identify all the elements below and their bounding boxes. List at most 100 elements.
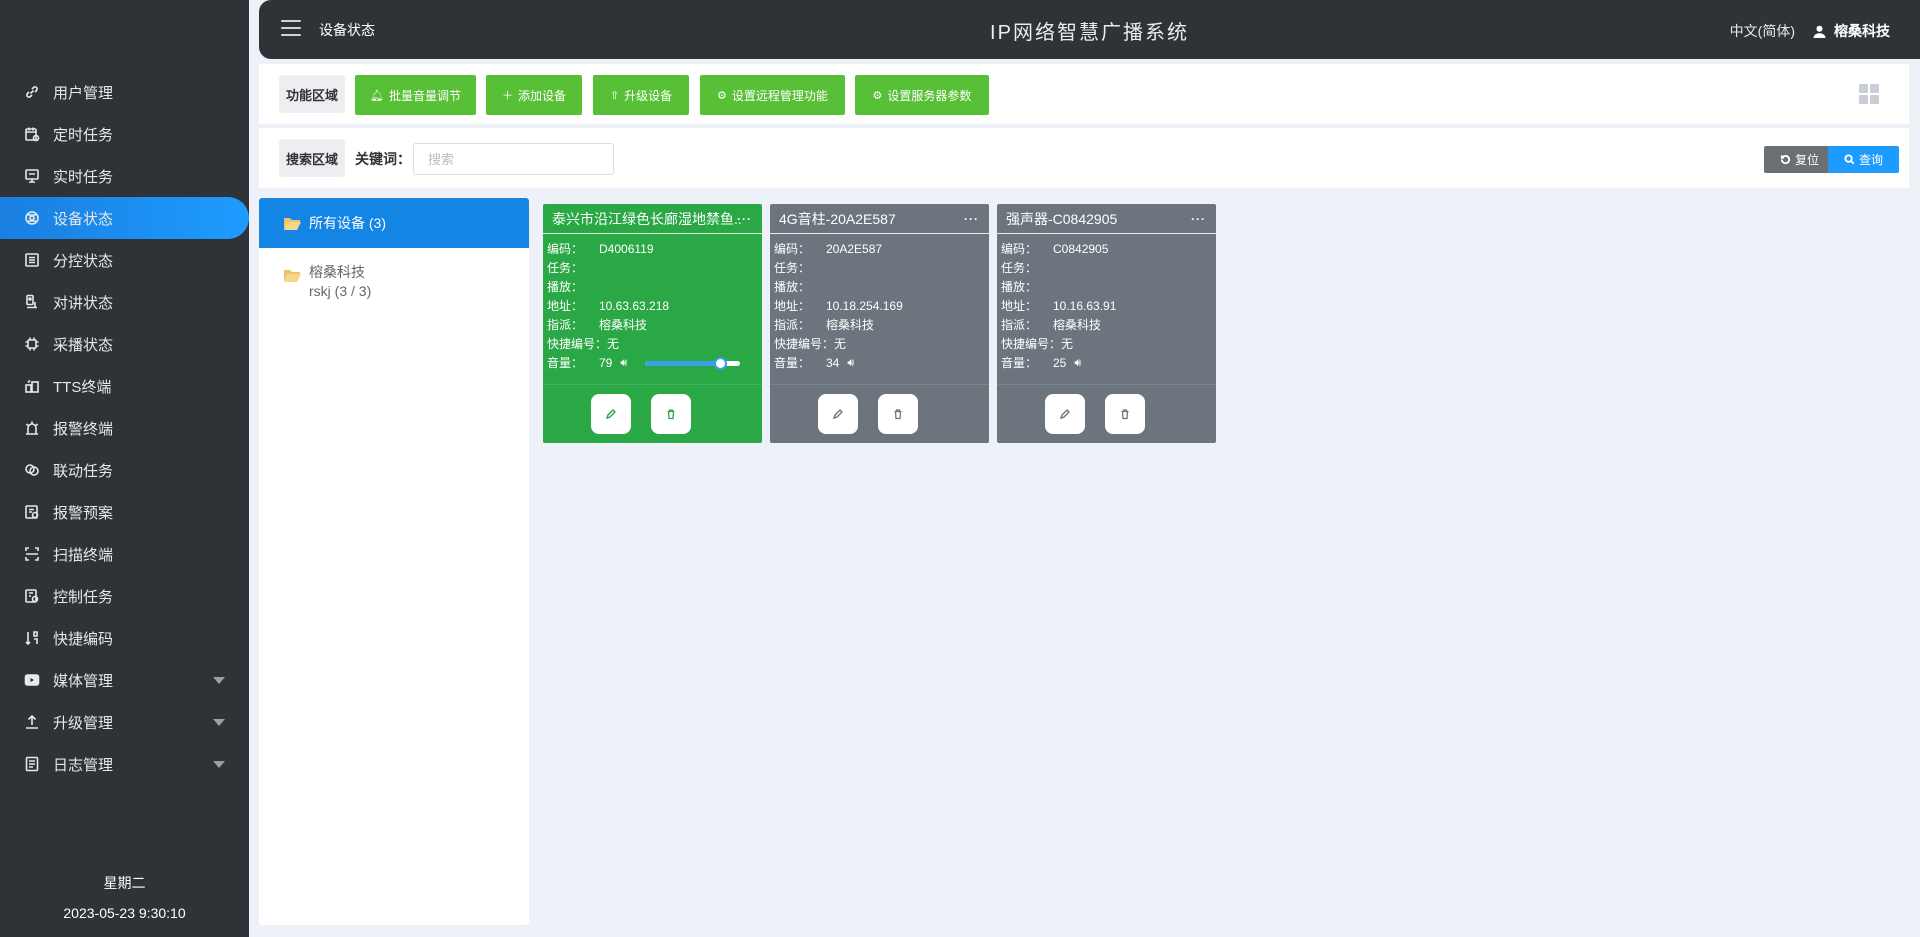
sidebar-item-scan-terminal[interactable]: 扫描终端 <box>0 533 249 575</box>
add-device-button[interactable]: ＋添加设备 <box>486 75 582 115</box>
volume-slider[interactable] <box>645 357 741 370</box>
sidebar-item-media-management[interactable]: 媒体管理 <box>0 659 249 701</box>
edit-button[interactable] <box>591 394 631 434</box>
device-quick-code: 无 <box>834 337 847 351</box>
device-tree: 所有设备 (3) 榕桑科技 rskj (3 / 3) <box>259 198 529 925</box>
sidebar-item-upgrade-management[interactable]: 升级管理 <box>0 701 249 743</box>
search-area: 搜索区域 关键词： 复位 查询 <box>259 128 1909 188</box>
query-button[interactable]: 查询 <box>1828 146 1899 173</box>
trash-icon <box>1121 409 1129 420</box>
edit-button[interactable] <box>818 394 858 434</box>
plus-icon: ＋ <box>501 90 513 102</box>
log-icon <box>24 756 40 772</box>
sidebar-item-log-management[interactable]: 日志管理 <box>0 743 249 785</box>
pencil-icon <box>832 409 843 420</box>
volume-icon: 🔊︎ <box>1074 357 1082 369</box>
sidebar-item-tts-terminal[interactable]: TTS终端 <box>0 365 249 407</box>
tree-node-name: 榕桑科技 <box>309 264 365 280</box>
user-icon <box>1813 25 1826 38</box>
top-bar: 设备状态 IP网络智慧广播系统 中文(简体) 榕桑科技 <box>259 0 1920 59</box>
chevron-down-icon[interactable] <box>213 677 225 684</box>
device-card[interactable]: 4G音柱-20A2E587 ··· 编码： 20A2E587 任务： 播放： 地址… <box>770 204 989 443</box>
remote-management-button[interactable]: ⚙ 设置远程管理功能 <box>700 75 845 115</box>
batch-volume-button[interactable]: 🔔︎ 批量音量调节 <box>355 75 476 115</box>
delete-button[interactable] <box>651 394 691 434</box>
sidebar-item-label: 日志管理 <box>53 756 114 774</box>
server-params-button[interactable]: ⚙ 设置服务器参数 <box>855 75 989 115</box>
sidebar-item-label: 对讲状态 <box>53 294 114 312</box>
upload-icon: ⇧ <box>609 89 620 102</box>
device-volume: 25 <box>1053 356 1067 370</box>
sidebar-item-realtime-tasks[interactable]: 实时任务 <box>0 155 249 197</box>
delete-button[interactable] <box>1105 394 1145 434</box>
reset-button[interactable]: 复位 <box>1764 146 1835 173</box>
sidebar-item-label: 用户管理 <box>53 84 114 102</box>
device-code: D4006119 <box>599 242 654 256</box>
grid-view-icon[interactable] <box>1859 84 1879 104</box>
chevron-down-icon[interactable] <box>213 761 225 768</box>
refresh-icon <box>1780 154 1790 165</box>
sidebar-item-label: 实时任务 <box>53 168 114 186</box>
sidebar-item-linkage-tasks[interactable]: 联动任务 <box>0 449 249 491</box>
more-icon[interactable]: ··· <box>1191 212 1206 226</box>
list-icon <box>24 252 40 268</box>
calendar-icon <box>24 126 40 142</box>
search-icon <box>1844 154 1855 165</box>
device-card-body: 编码： D4006119 任务： 播放： 地址： 10.63.63.218 指派：榕… <box>543 234 762 373</box>
alarm-icon <box>24 420 40 436</box>
device-card-header: 4G音柱-20A2E587 ··· <box>770 204 989 234</box>
device-card[interactable]: 强声器-C0842905 ··· 编码： C0842905 任务： 播放： 地址：… <box>997 204 1216 443</box>
sidebar-item-label: 报警终端 <box>53 420 114 438</box>
datetime: 2023-05-23 9:30:10 <box>63 905 186 921</box>
search-input[interactable] <box>413 143 614 175</box>
device-address: 10.18.254.169 <box>826 299 903 313</box>
sidebar-item-intercom-status[interactable]: 对讲状态 <box>0 281 249 323</box>
device-quick-code: 无 <box>1061 337 1074 351</box>
monitor-icon <box>24 168 40 184</box>
chevron-down-icon[interactable] <box>213 719 225 726</box>
sidebar: 用户管理 定时任务 实时任务 设备状态 分控状态 对讲状态 采播状态 TTS终端… <box>0 0 249 937</box>
more-icon[interactable]: ··· <box>737 212 752 226</box>
plan-icon <box>24 504 40 520</box>
volume-slider-handle[interactable] <box>714 357 728 370</box>
tree-node-rskj[interactable]: 榕桑科技 rskj (3 / 3) <box>259 248 529 301</box>
sidebar-nav: 用户管理 定时任务 实时任务 设备状态 分控状态 对讲状态 采播状态 TTS终端… <box>0 71 249 785</box>
upgrade-device-button[interactable]: ⇧ 升级设备 <box>593 75 689 115</box>
edit-button[interactable] <box>1045 394 1085 434</box>
sidebar-item-alarm-plan[interactable]: 报警预案 <box>0 491 249 533</box>
sidebar-item-control-tasks[interactable]: 控制任务 <box>0 575 249 617</box>
folder-open-icon <box>283 268 301 282</box>
sidebar-item-sub-control-status[interactable]: 分控状态 <box>0 239 249 281</box>
tree-node-count: rskj (3 / 3) <box>309 283 372 299</box>
language-selector[interactable]: 中文(简体) <box>1730 21 1795 41</box>
delete-button[interactable] <box>878 394 918 434</box>
device-card[interactable]: 泰兴市沿江绿色长廊湿地禁鱼... ··· 编码： D4006119 任务： 播放：… <box>543 204 762 443</box>
sidebar-item-label: 扫描终端 <box>53 546 114 564</box>
sidebar-item-label: 定时任务 <box>53 126 114 144</box>
device-assign: 榕桑科技 <box>826 318 875 332</box>
device-title: 强声器-C0842905 <box>1006 210 1118 227</box>
sidebar-item-user-management[interactable]: 用户管理 <box>0 71 249 113</box>
sidebar-item-quick-code[interactable]: 快捷编码 <box>0 617 249 659</box>
tree-root-label: 所有设备 (3) <box>309 215 386 231</box>
function-area: 功能区域 🔔︎ 批量音量调节 ＋添加设备 ⇧ 升级设备 ⚙ 设置远程管理功能 ⚙ 设置服… <box>259 64 1909 124</box>
volume-icon: 🔊︎ <box>847 357 855 369</box>
device-code: C0842905 <box>1053 242 1109 256</box>
sidebar-item-alarm-terminal[interactable]: 报警终端 <box>0 407 249 449</box>
more-icon[interactable]: ··· <box>964 212 979 226</box>
tree-root-all-devices[interactable]: 所有设备 (3) <box>259 198 529 248</box>
trash-icon <box>894 409 902 420</box>
weekday: 星期二 <box>103 875 146 891</box>
user-menu[interactable]: 榕桑科技 <box>1813 21 1890 41</box>
sidebar-clock: 星期二 2023-05-23 9:30:10 <box>0 868 249 928</box>
device-code: 20A2E587 <box>826 242 883 256</box>
sidebar-item-label: 升级管理 <box>53 714 114 732</box>
device-volume: 79 <box>599 356 613 370</box>
pencil-icon <box>1059 409 1070 420</box>
media-icon <box>24 672 40 688</box>
sidebar-item-scheduled-tasks[interactable]: 定时任务 <box>0 113 249 155</box>
device-address: 10.16.63.91 <box>1053 299 1117 313</box>
sort-icon <box>24 630 40 646</box>
sidebar-item-device-status[interactable]: 设备状态 <box>0 197 249 239</box>
sidebar-item-capture-status[interactable]: 采播状态 <box>0 323 249 365</box>
